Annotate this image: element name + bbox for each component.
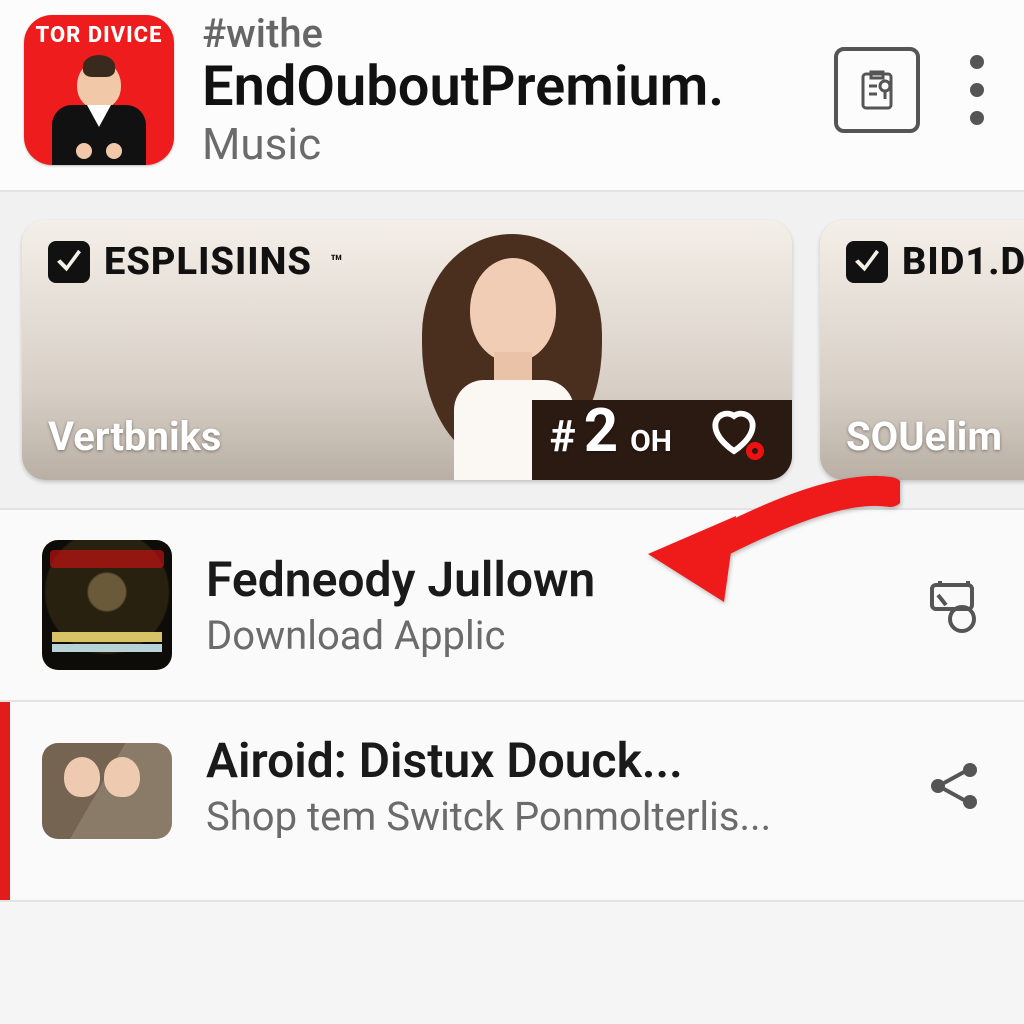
list-thumbnail (42, 540, 172, 670)
favorite-button[interactable] (706, 402, 762, 458)
list-item[interactable]: Airoid: Distux Douck... Shop tem Switck … (0, 702, 1024, 902)
header-actions (834, 47, 1000, 133)
list-thumbnail (42, 743, 172, 839)
card-brand: BID1.D (846, 240, 1024, 284)
queue-icon (922, 573, 986, 637)
notes-button[interactable] (834, 47, 920, 133)
clipboard-icon (853, 66, 901, 114)
share-button[interactable] (914, 746, 994, 826)
trademark-icon: ™ (330, 250, 344, 274)
card-brand-text: ESPLISIINS (104, 240, 312, 284)
list-item[interactable]: Fedneody Jullown Download Applic (0, 510, 1024, 702)
carousel-card[interactable]: BID1.D SOUelim (820, 220, 1024, 480)
card-brand-text: BID1.D (902, 240, 1024, 284)
brand-logo-icon (48, 241, 90, 283)
featured-carousel[interactable]: ESPLISIINS ™ Vertbniks # 2 OH BID1.D SOU… (0, 192, 1024, 510)
card-caption: SOUelim (846, 413, 1002, 460)
page-title: EndOuboutPremium. (202, 57, 806, 116)
search-accent-icon (746, 442, 764, 460)
app-icon-illustration (52, 61, 146, 165)
brand-logo-icon (846, 241, 888, 283)
rank-hash-icon: # (550, 410, 576, 462)
kebab-dot-icon (970, 111, 984, 125)
kebab-dot-icon (970, 83, 984, 97)
list-item-subtitle: Download Applic (206, 612, 880, 659)
list-item-subtitle: Shop tem Switck Ponmolterlis... (206, 793, 880, 840)
category-label: Music (202, 118, 806, 170)
app-icon-badge: TOR DIVICE (24, 23, 174, 48)
rank-suffix: OH (630, 424, 672, 459)
list-item-text: Fedneody Jullown Download Applic (206, 551, 880, 659)
more-button[interactable] (954, 55, 1000, 125)
app-icon[interactable]: TOR DIVICE (24, 15, 174, 165)
header-text-block: #withe EndOuboutPremium. Music (202, 10, 806, 170)
share-icon (926, 758, 982, 814)
header-hashtag: #withe (202, 10, 806, 57)
queue-button[interactable] (914, 565, 994, 645)
rank-number: 2 (584, 401, 618, 461)
list-item-text: Airoid: Distux Douck... Shop tem Switck … (206, 732, 880, 840)
list-item-title: Airoid: Distux Douck... (206, 732, 880, 789)
list-item-title: Fedneody Jullown (206, 551, 880, 608)
kebab-dot-icon (970, 55, 984, 69)
app-header: TOR DIVICE #withe EndOuboutPremium. Musi… (0, 0, 1024, 192)
card-rank: # 2 OH (550, 401, 672, 462)
card-caption: Vertbniks (48, 413, 221, 460)
card-brand: ESPLISIINS ™ (48, 240, 344, 284)
carousel-card[interactable]: ESPLISIINS ™ Vertbniks # 2 OH (22, 220, 792, 480)
active-indicator (0, 702, 10, 900)
